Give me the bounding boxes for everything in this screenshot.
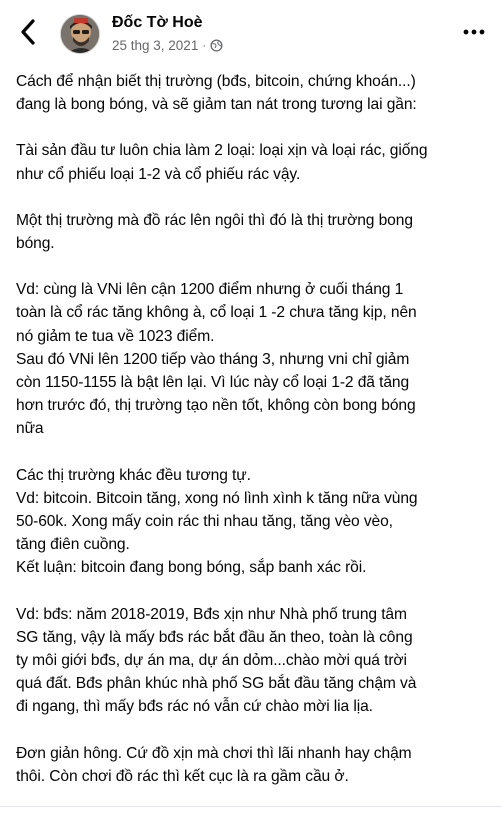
post-paragraph: Một thị trường mà đồ rác lên ngôi thì đó… [16, 209, 492, 255]
post-body: Cách để nhận biết thị trường (bđs, bitco… [16, 70, 492, 811]
post-text-line: còn 1150-1155 là bật lên lại. Vì lúc này… [16, 374, 410, 392]
post-text-line: Đơn giản hông. Cứ đồ xịn mà chơi thì lãi… [16, 744, 412, 762]
meta-separator: · [202, 39, 206, 52]
post-divider [0, 806, 502, 807]
post-text-line: nữa [16, 420, 44, 438]
post-text-line: Kết luận: bitcoin đang bong bóng, sắp ba… [16, 559, 367, 577]
post-text-line: Vd: bđs: năm 2018-2019, Bđs xịn như Nhà … [16, 605, 407, 623]
back-button[interactable] [14, 16, 42, 48]
post-text-line: toàn là cổ rác tăng không à, cổ loại 1 -… [16, 304, 417, 322]
post-paragraph: Đơn giản hông. Cứ đồ xịn mà chơi thì lãi… [16, 742, 492, 788]
post-text-line: đi ngang, thì mấy bđs rác nó vẫn cứ chào… [16, 698, 373, 716]
post-text-line: tăng điên cuồng. [16, 536, 130, 554]
more-horizontal-icon [463, 29, 485, 35]
post-paragraph: Vd: bđs: năm 2018-2019, Bđs xịn như Nhà … [16, 603, 492, 719]
post-text-line: ty môi giới bđs, dự án ma, dự án dỏm...c… [16, 652, 407, 670]
post-text-line: quá đất. Bđs phân khúc nhà phố SG bắt đầ… [16, 675, 417, 693]
avatar[interactable] [60, 14, 100, 54]
post-meta: 25 thg 3, 2021 · [112, 38, 223, 53]
post-text-line: thôi. Còn chơi đồ rác thì kết cục là ra … [16, 767, 349, 785]
chevron-left-icon [21, 19, 35, 45]
post-text-line: như cổ phiếu loại 1-2 và cổ phiếu rác vậ… [16, 165, 301, 183]
post-text-line: Vd: bitcoin. Bitcoin tăng, xong nó lình … [16, 489, 418, 507]
timestamp[interactable]: 25 thg 3, 2021 [112, 38, 198, 53]
post-text-line: Tài sản đầu tư luôn chia làm 2 loại: loạ… [16, 142, 428, 160]
post-paragraph: Tài sản đầu tư luôn chia làm 2 loại: loạ… [16, 139, 492, 185]
post-text-line: nó giảm te tua về 1023 điểm. [16, 327, 215, 345]
post-text-line: 50-60k. Xong mấy coin rác thi nhau tăng,… [16, 513, 393, 531]
post-text-line: Cách để nhận biết thị trường (bđs, bitco… [16, 73, 416, 90]
post-text-line: SG tăng, vậy là mấy bđs rác bắt đầu ăn t… [16, 628, 413, 646]
post-paragraph: Sau đó VNi lên 1200 tiếp vào tháng 3, nh… [16, 348, 492, 441]
author-name[interactable]: Đốc Tờ Hoè [112, 14, 203, 32]
post-paragraph: Cách để nhận biết thị trường (bđs, bitco… [16, 70, 492, 116]
globe-icon[interactable] [210, 39, 223, 52]
post-text-line: bóng. [16, 235, 55, 253]
post-text-line: Sau đó VNi lên 1200 tiếp vào tháng 3, nh… [16, 350, 410, 368]
post-paragraph: Các thị trường khác đều tương tự. Vd: bi… [16, 464, 492, 580]
post-text-line: Một thị trường mà đồ rác lên ngôi thì đó… [16, 211, 413, 229]
post-text-line: hơn trước đó, thị trường tạo nền tốt, kh… [16, 397, 416, 415]
profile-picture-icon [61, 15, 99, 53]
post-text-line: đang là bong bóng, và sẽ giảm tan nát tr… [16, 96, 417, 114]
more-options-button[interactable] [460, 20, 488, 44]
post-header: Đốc Tờ Hoè 25 thg 3, 2021 · [0, 0, 502, 66]
post-text-line: Vd: cùng là VNi lên cận 1200 điểm nhưng … [16, 281, 404, 299]
post-paragraph: Vd: cùng là VNi lên cận 1200 điểm nhưng … [16, 278, 492, 348]
post-text-line: Các thị trường khác đều tương tự. [16, 466, 251, 484]
